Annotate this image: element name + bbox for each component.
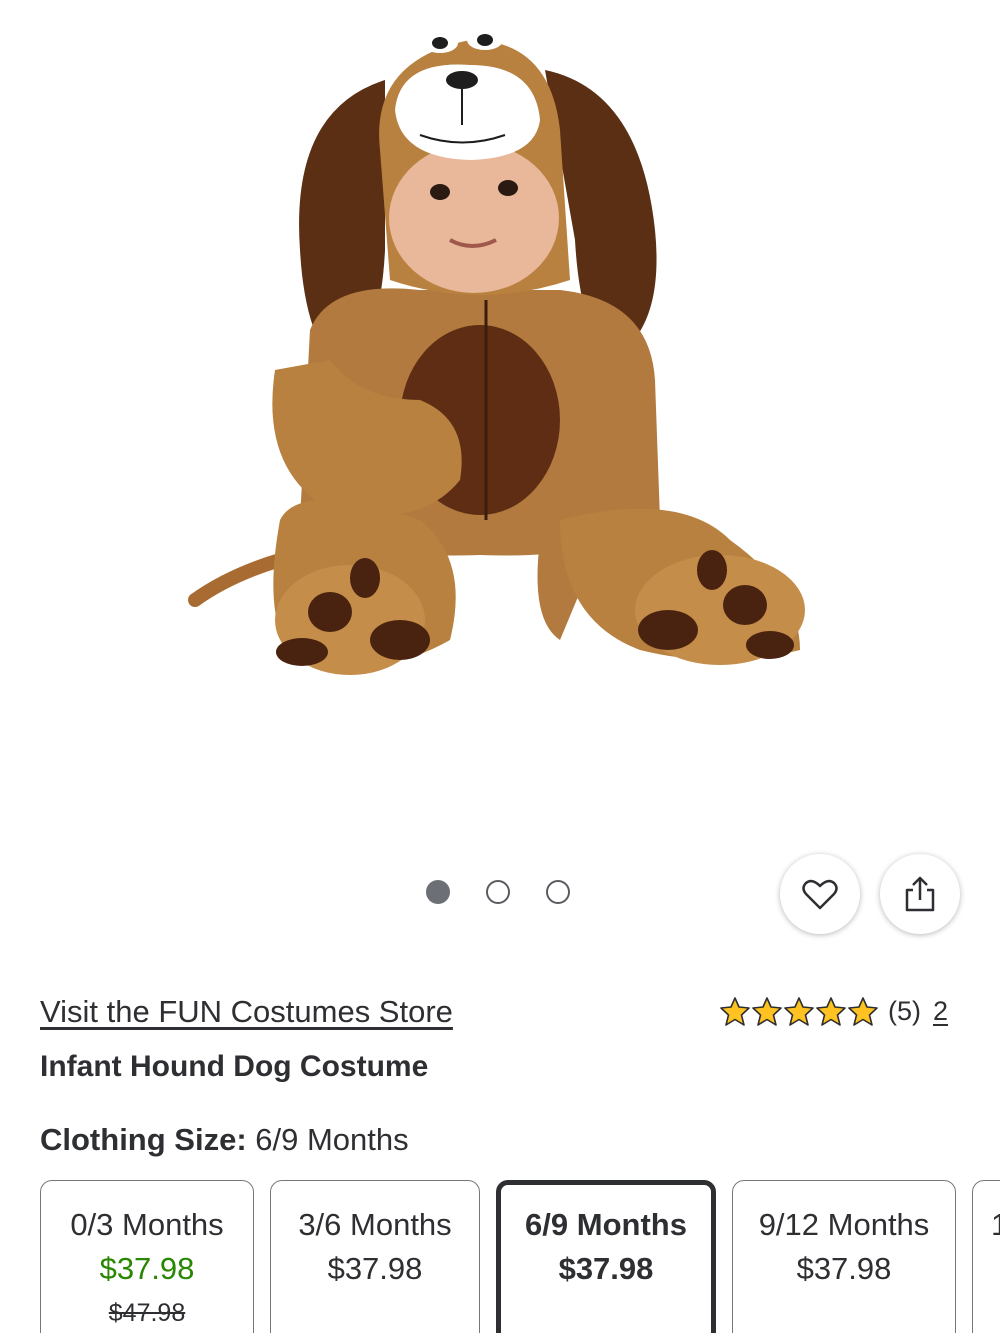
star-icon [784,996,814,1026]
share-icon [905,876,935,912]
size-option-was-price: $47.98 [108,1299,186,1327]
star-icon [720,996,750,1026]
size-option-price: $37.98 [327,1251,423,1286]
size-option-label: 1 [991,1207,1000,1242]
product-title: Infant Hound Dog Costume [40,1050,429,1083]
size-option[interactable]: 3/6 Months $37.98 [270,1180,480,1333]
dog-costume-illustration [188,30,805,675]
favorite-button[interactable] [780,854,860,934]
carousel-dot[interactable] [546,880,570,904]
star-icon [816,996,846,1026]
carousel-dots [426,880,570,904]
size-option-label: 0/3 Months [70,1207,224,1242]
reviews-link[interactable]: 2 [933,996,948,1027]
star-rating [720,996,878,1027]
clothing-size: Clothing Size: 6/9 Months [40,1122,409,1158]
size-option[interactable]: 0/3 Months $37.98 $47.98 [40,1180,254,1333]
size-variants: 0/3 Months $37.98 $47.98 3/6 Months $37.98 6/… [40,1180,1000,1333]
size-option-price: $37.98 [796,1251,892,1286]
carousel-dot[interactable] [486,880,510,904]
store-link[interactable]: Visit the FUN Costumes Store [40,994,453,1030]
rating[interactable]: (5) 2 [720,996,948,1027]
size-option[interactable]: 1 [972,1180,1000,1333]
size-option-label: 6/9 Months [525,1207,687,1242]
star-icon [752,996,782,1026]
size-option-price: $37.98 [99,1251,195,1286]
heart-icon [802,879,838,910]
product-image[interactable] [0,0,1000,840]
size-option[interactable]: 6/9 Months $37.98 [496,1180,716,1333]
carousel-dot[interactable] [426,880,450,904]
size-option-price: $37.98 [558,1251,654,1286]
share-button[interactable] [880,854,960,934]
clothing-size-label: Clothing Size: [40,1122,247,1157]
rating-count: (5) [888,996,921,1026]
clothing-size-value: 6/9 Months [255,1122,409,1157]
size-option-label: 9/12 Months [758,1207,930,1242]
size-option[interactable]: 9/12 Months $37.98 [732,1180,956,1333]
star-icon [848,996,878,1026]
size-option-label: 3/6 Months [298,1207,452,1242]
